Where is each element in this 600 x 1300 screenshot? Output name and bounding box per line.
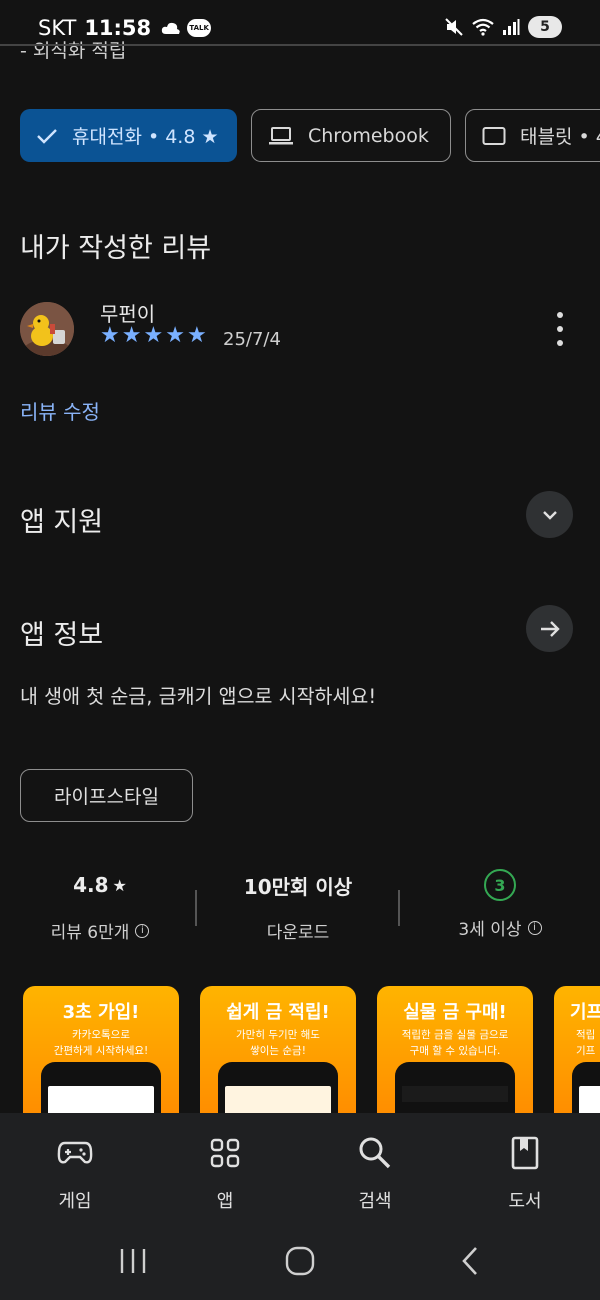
avatar [20, 302, 74, 356]
app-info-heading: 앱 정보 [20, 620, 104, 651]
nav-label: 앱 [216, 1191, 234, 1212]
screenshot-carousel[interactable]: 3초 가입! 카카오톡으로 간편하게 시작하세요! 쉽게 금 적립! 가만히 두… [23, 986, 600, 1116]
star-icon: ★ [165, 323, 185, 348]
arrow-right-icon [540, 620, 560, 637]
app-info-button[interactable] [526, 605, 573, 652]
signal-icon [503, 19, 520, 35]
rating-count: 리뷰 6만개 [50, 923, 130, 943]
category-tag[interactable]: 라이프스타일 [20, 769, 193, 822]
nav-label: 검색 [358, 1191, 392, 1212]
recent-apps-icon[interactable] [118, 1245, 148, 1277]
screenshot-card[interactable]: 3초 가입! 카카오톡으로 간편하게 시작하세요! [23, 986, 179, 1116]
nav-games[interactable]: 게임 [0, 1133, 150, 1213]
screenshot-title: 3초 가입! [62, 1002, 140, 1023]
rating-stars: ★ ★ ★ ★ ★ [100, 325, 207, 347]
chip-phone-label: 휴대전화 • 4.8 ★ [72, 126, 219, 148]
stat-divider [195, 890, 197, 926]
mute-icon [445, 18, 463, 36]
nav-label: 게임 [58, 1191, 92, 1212]
nav-label: 도서 [508, 1191, 542, 1212]
chevron-down-icon [542, 510, 557, 520]
phone-mockup [572, 1062, 600, 1116]
back-icon[interactable] [458, 1245, 482, 1277]
wifi-icon [472, 18, 494, 36]
battery-icon: 5 [528, 16, 562, 38]
star-icon: ★ [100, 323, 120, 348]
screenshot-title: 쉽게 금 적립! [226, 1002, 330, 1023]
stat-age: 3 3세 이상 i [400, 869, 600, 940]
book-icon [450, 1133, 600, 1173]
star-icon: ★ [186, 323, 207, 348]
bottom-navigation: 게임 앱 검색 도서 [0, 1113, 600, 1225]
apps-grid-icon [150, 1133, 300, 1173]
screenshot-subtitle: 카카오톡으로 간편하게 시작하세요! [53, 1029, 149, 1057]
chip-tablet-label: 태블릿 • 4 [520, 126, 600, 148]
age-rating-badge: 3 [484, 869, 516, 901]
chip-tablet[interactable]: 태블릿 • 4 [465, 109, 600, 162]
app-stats: 4.8 ★ 리뷰 6만개 i 10만회 이상 다운로드 3 3세 이상 i [0, 869, 600, 950]
stat-downloads: 10만회 이상 다운로드 [198, 870, 398, 944]
screenshot-card[interactable]: 쉽게 금 적립! 가만히 두기만 해도 쌓이는 순금! [200, 986, 356, 1116]
phone-mockup [218, 1062, 338, 1116]
laptop-icon [268, 126, 294, 146]
star-icon: ★ [121, 323, 142, 348]
screenshot-card[interactable]: 실물 금 구매! 적립한 금을 실물 금으로 구매 할 수 있습니다. [377, 986, 533, 1116]
info-icon[interactable]: i [135, 923, 150, 938]
home-icon[interactable] [285, 1245, 315, 1277]
status-right: 5 [444, 16, 562, 38]
search-icon [300, 1133, 450, 1173]
screenshot-title: 실물 금 구매! [403, 1002, 507, 1023]
tablet-icon [482, 126, 506, 146]
expand-support-button[interactable] [526, 491, 573, 538]
review-date: 25/7/4 [223, 329, 281, 350]
screenshot-title: 기프 [570, 1002, 600, 1023]
edit-review-link[interactable]: 리뷰 수정 [20, 396, 100, 425]
downloads-value: 10만회 이상 [243, 874, 353, 899]
phone-mockup [41, 1062, 161, 1116]
rating-value: 4.8 [73, 873, 109, 897]
device-filter-chips: 휴대전화 • 4.8 ★ Chromebook 태블릿 • 4 [20, 109, 600, 162]
nav-books[interactable]: 도서 [450, 1133, 600, 1213]
screenshot-subtitle: 적립 기프 [576, 1029, 596, 1057]
chip-chromebook[interactable]: Chromebook [251, 109, 451, 162]
check-icon [36, 127, 58, 145]
nav-apps[interactable]: 앱 [150, 1133, 300, 1213]
more-options-icon[interactable] [550, 312, 570, 346]
chip-phone[interactable]: 휴대전화 • 4.8 ★ [20, 109, 237, 162]
nav-search[interactable]: 검색 [300, 1133, 450, 1213]
app-description: 내 생애 첫 순금, 금캐기 앱으로 시작하세요! [20, 685, 377, 708]
info-icon[interactable]: i [527, 920, 542, 935]
app-support-heading: 앱 지원 [20, 507, 104, 538]
screenshot-card[interactable]: 기프 적립 기프 [554, 986, 600, 1116]
phone-mockup [395, 1062, 515, 1116]
downloads-label: 다운로드 [266, 923, 330, 943]
screenshot-subtitle: 가만히 두기만 해도 쌓이는 순금! [236, 1029, 320, 1057]
star-icon: ★ [112, 875, 127, 895]
my-review: 무펀이 ★ ★ ★ ★ ★ 25/7/4 [20, 298, 580, 358]
stat-rating: 4.8 ★ 리뷰 6만개 i [0, 870, 200, 943]
kakaotalk-icon: TALK [187, 19, 212, 37]
gamepad-icon [0, 1133, 150, 1173]
battery-level: 5 [540, 19, 550, 35]
header-divider [0, 44, 600, 46]
age-label: 3세 이상 [458, 920, 522, 940]
truncated-text: - 외식화 적립 [20, 40, 127, 62]
chip-chromebook-label: Chromebook [308, 124, 429, 147]
star-icon: ★ [143, 323, 164, 348]
cloud-icon [162, 22, 180, 34]
my-review-heading: 내가 작성한 리뷰 [20, 233, 212, 264]
screenshot-subtitle: 적립한 금을 실물 금으로 구매 할 수 있습니다. [401, 1029, 509, 1057]
system-navigation-bar [0, 1225, 600, 1300]
